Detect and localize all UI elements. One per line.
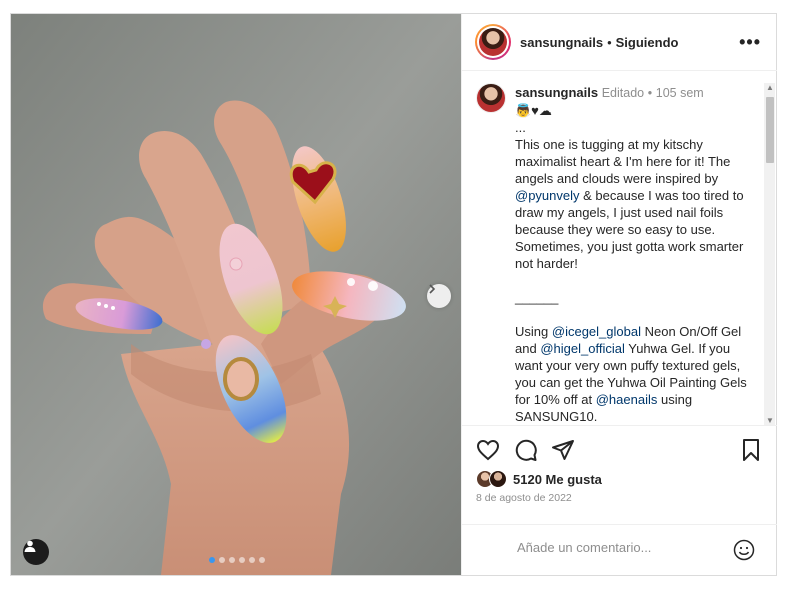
carousel-dot bbox=[209, 557, 215, 563]
carousel-dot bbox=[259, 557, 265, 563]
post-details-panel: sansungnails • Siguiendo ••• sansungnail… bbox=[461, 14, 777, 575]
caption-divider: ______ bbox=[515, 290, 559, 305]
carousel-dot bbox=[239, 557, 245, 563]
action-bar bbox=[462, 425, 777, 465]
post-date: 8 de agosto de 2022 bbox=[476, 492, 572, 504]
post-header: sansungnails • Siguiendo ••• bbox=[462, 14, 777, 71]
carousel-dot bbox=[229, 557, 235, 563]
user-tag-icon bbox=[24, 540, 36, 552]
comments-section[interactable]: sansungnails Editado • 105 sem 👼♥☁ ... T… bbox=[462, 71, 777, 425]
next-slide-button[interactable] bbox=[427, 284, 451, 308]
mention-link[interactable]: @icegel_global bbox=[552, 324, 641, 339]
mention-link[interactable]: @haenails bbox=[596, 392, 658, 407]
user-tags-button[interactable] bbox=[23, 539, 49, 565]
comment-icon[interactable] bbox=[514, 438, 538, 462]
header-username[interactable]: sansungnails bbox=[520, 35, 603, 50]
post-dialog: sansungnails • Siguiendo ••• sansungnail… bbox=[10, 13, 777, 576]
mention-link[interactable]: @pyunvely bbox=[515, 188, 580, 203]
post-photo[interactable] bbox=[11, 14, 461, 575]
scroll-thumb[interactable] bbox=[766, 97, 774, 163]
caption-avatar[interactable] bbox=[476, 83, 506, 113]
edited-label: Editado bbox=[601, 86, 645, 100]
header-separator: • bbox=[607, 34, 612, 50]
more-icon[interactable]: ••• bbox=[739, 32, 761, 53]
caption-paragraph-2: Using @icegel_global Neon On/Off Gel and… bbox=[515, 324, 747, 424]
carousel-dot bbox=[249, 557, 255, 563]
comment-input[interactable] bbox=[517, 540, 717, 555]
likes-count[interactable]: 5120 Me gusta bbox=[513, 472, 602, 487]
heart-icon[interactable] bbox=[476, 438, 500, 462]
caption-paragraph-1: This one is tugging at my kitschy maxima… bbox=[515, 137, 744, 271]
avatar bbox=[479, 28, 507, 56]
carousel-indicator bbox=[209, 557, 265, 563]
following-button[interactable]: Siguiendo bbox=[616, 35, 679, 50]
liker-avatar bbox=[489, 470, 507, 488]
scroll-down-icon[interactable]: ▼ bbox=[766, 416, 774, 425]
share-icon[interactable] bbox=[551, 438, 575, 462]
likes-row[interactable]: 5120 Me gusta bbox=[476, 470, 602, 488]
caption-username[interactable]: sansungnails bbox=[515, 85, 598, 100]
chevron-right-icon bbox=[429, 284, 436, 294]
post-age[interactable]: 105 sem bbox=[656, 86, 704, 100]
nail-art-photo bbox=[11, 14, 461, 575]
carousel-dot bbox=[219, 557, 225, 563]
add-comment-bar bbox=[462, 524, 777, 575]
caption-ellipsis: ... bbox=[515, 120, 526, 135]
scroll-up-icon[interactable]: ▲ bbox=[766, 83, 774, 92]
header-avatar[interactable] bbox=[475, 24, 511, 60]
caption: sansungnails Editado • 105 sem 👼♥☁ ... T… bbox=[515, 84, 755, 425]
comments-scrollbar[interactable]: ▲ ▼ bbox=[764, 83, 775, 425]
caption-emojis: 👼♥☁ bbox=[515, 103, 552, 118]
mention-link[interactable]: @higel_official bbox=[540, 341, 625, 356]
emoji-icon[interactable] bbox=[733, 539, 755, 561]
meta-dot: • bbox=[647, 86, 653, 100]
bookmark-icon[interactable] bbox=[739, 438, 763, 462]
